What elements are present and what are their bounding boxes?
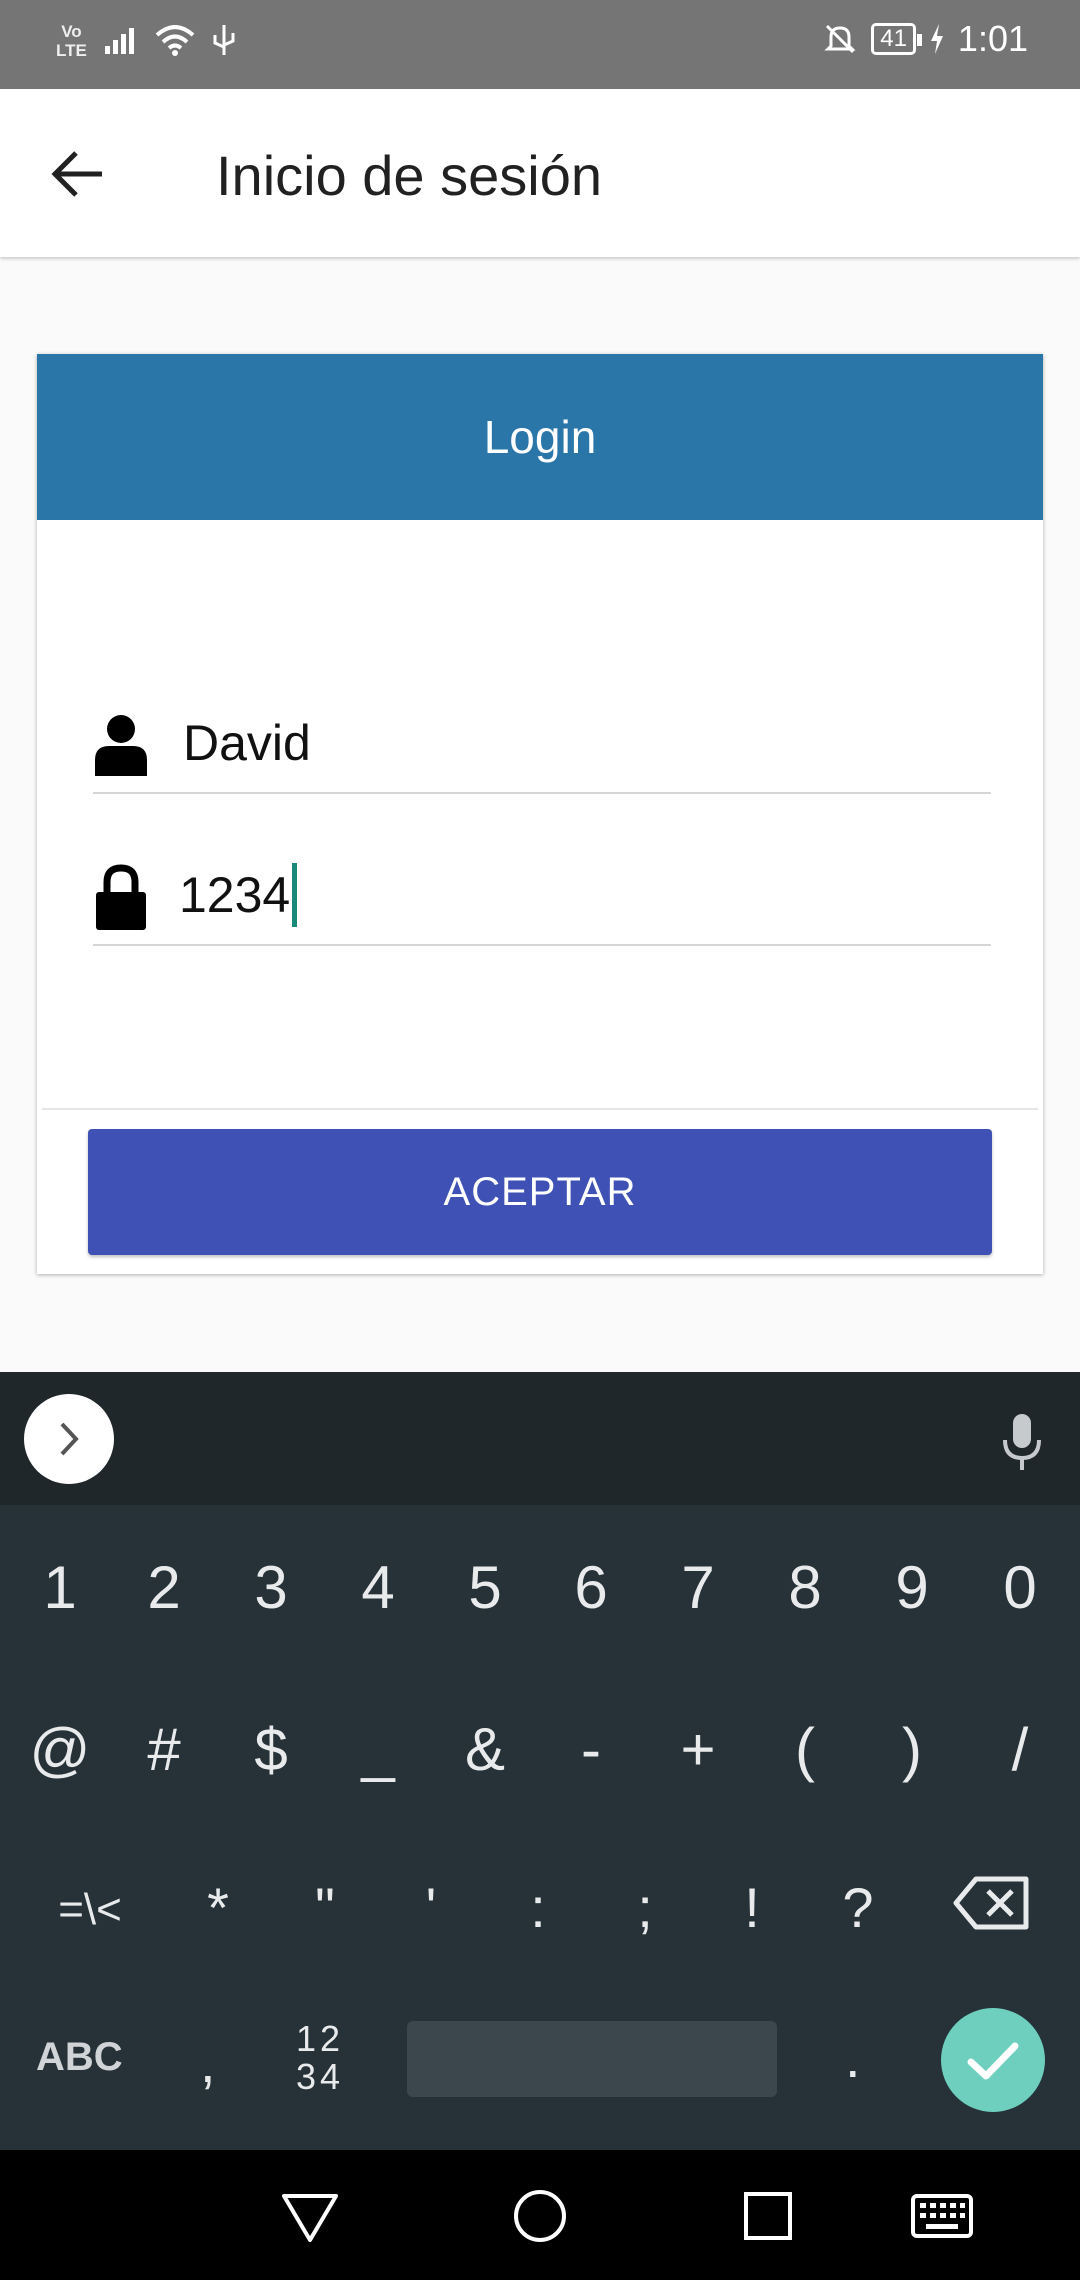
key-4[interactable]: 4 <box>333 1553 423 1622</box>
lock-icon <box>96 864 146 930</box>
arrow-left-icon <box>51 151 102 197</box>
keyboard-toolbar-toggle[interactable] <box>24 1394 114 1484</box>
key-0[interactable]: 0 <box>975 1553 1065 1622</box>
key-enter[interactable] <box>941 2008 1045 2112</box>
status-right: 41 1:01 <box>823 18 1028 60</box>
key-1[interactable]: 1 <box>15 1553 105 1622</box>
keyboard-suggestion-bar <box>0 1372 1080 1505</box>
back-triangle-icon[interactable] <box>278 2186 342 2246</box>
backspace-icon[interactable] <box>952 1873 1032 1933</box>
bell-off-icon <box>824 24 856 54</box>
card-header: Login <box>37 354 1043 520</box>
key-minus[interactable]: - <box>546 1715 636 1784</box>
keyboard: 1 2 3 4 5 6 7 8 9 0 @ # $ _ & - + ( ) / … <box>0 1505 1080 2150</box>
clock: 1:01 <box>957 18 1028 59</box>
app-bar: Inicio de sesión <box>0 89 1080 257</box>
keyboard-icon[interactable] <box>910 2186 974 2246</box>
key-ampersand[interactable]: & <box>440 1715 530 1784</box>
wifi-icon <box>155 25 195 56</box>
chevron-right-icon <box>60 1422 79 1456</box>
key-close-paren[interactable]: ) <box>867 1715 957 1784</box>
key-2[interactable]: 2 <box>119 1553 209 1622</box>
numpad-label-top: 12 <box>296 2018 345 2059</box>
key-space[interactable] <box>407 2021 777 2097</box>
key-abc[interactable]: ABC <box>36 2035 123 2080</box>
key-numpad[interactable]: 12 34 <box>296 2020 344 2096</box>
card-divider <box>42 1108 1038 1110</box>
key-7[interactable]: 7 <box>653 1553 743 1622</box>
volte-icon: Vo LTE <box>56 22 87 60</box>
back-button[interactable] <box>44 139 114 209</box>
key-plus[interactable]: + <box>653 1715 743 1784</box>
password-field[interactable]: 1234 <box>93 844 991 946</box>
text-cursor <box>292 862 298 927</box>
username-value: David <box>183 715 311 771</box>
key-underscore[interactable]: _ <box>333 1715 423 1784</box>
key-semicolon[interactable]: ; <box>600 1875 690 1940</box>
key-exclamation[interactable]: ! <box>707 1875 797 1940</box>
key-5[interactable]: 5 <box>440 1553 530 1622</box>
status-bar: Vo LTE 41 1:01 <box>0 0 1080 89</box>
key-comma[interactable]: , <box>200 2030 216 2095</box>
key-double-quote[interactable]: " <box>280 1875 370 1940</box>
key-8[interactable]: 8 <box>760 1553 850 1622</box>
check-icon <box>967 2042 1019 2080</box>
key-open-paren[interactable]: ( <box>760 1715 850 1784</box>
key-question[interactable]: ? <box>813 1875 903 1940</box>
key-6[interactable]: 6 <box>546 1553 636 1622</box>
key-3[interactable]: 3 <box>226 1553 316 1622</box>
key-single-quote[interactable]: ' <box>386 1875 476 1940</box>
key-9[interactable]: 9 <box>867 1553 957 1622</box>
key-dollar[interactable]: $ <box>226 1715 316 1784</box>
home-circle-icon[interactable] <box>508 2186 572 2246</box>
status-left: Vo LTE <box>56 22 237 60</box>
key-hash[interactable]: # <box>119 1715 209 1784</box>
usb-icon <box>213 25 235 55</box>
key-at[interactable]: @ <box>15 1715 105 1784</box>
numpad-label-bottom: 34 <box>296 2056 345 2097</box>
navigation-bar <box>0 2150 1080 2280</box>
key-more-symbols[interactable]: =\< <box>40 1885 140 1935</box>
login-card: Login David 1234 ACEPTAR <box>37 354 1043 1274</box>
password-value: 1234 <box>179 862 298 931</box>
signal-icon <box>104 28 134 54</box>
password-text: 1234 <box>179 867 291 923</box>
microphone-icon[interactable] <box>1000 1412 1044 1472</box>
accept-button[interactable]: ACEPTAR <box>88 1129 992 1255</box>
person-icon <box>95 715 147 776</box>
key-slash[interactable]: / <box>975 1715 1065 1784</box>
recents-square-icon[interactable] <box>736 2186 800 2246</box>
page-title: Inicio de sesión <box>216 144 603 207</box>
charging-icon <box>930 24 943 54</box>
key-colon[interactable]: : <box>493 1875 583 1940</box>
battery-indicator: 41 <box>871 23 922 55</box>
username-field[interactable]: David <box>93 692 991 794</box>
key-asterisk[interactable]: * <box>173 1875 263 1940</box>
key-period[interactable]: . <box>845 2025 861 2090</box>
